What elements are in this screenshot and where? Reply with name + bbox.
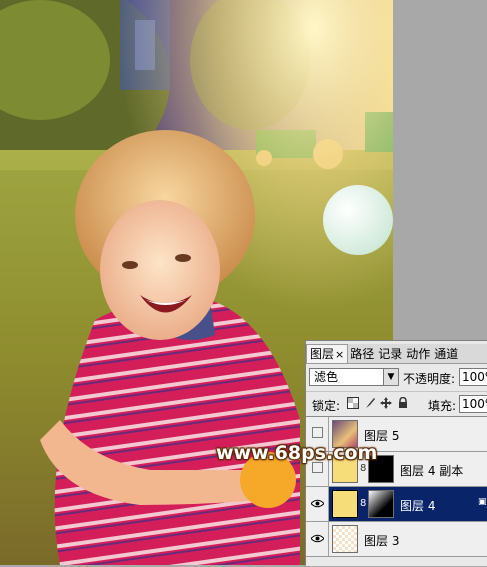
layer-list: 图层 5 8 图层 4 副本 8 图层 4 ▣ 图层 3	[306, 416, 487, 567]
lock-transparent-icon[interactable]	[347, 397, 359, 409]
tab-layers-label: 图层	[310, 347, 335, 361]
lock-all-icon[interactable]	[397, 396, 409, 409]
lock-paint-icon[interactable]	[364, 397, 376, 409]
layer-thumbnail	[332, 490, 358, 518]
watermark-text: www.68ps.com	[216, 442, 378, 464]
layer-name[interactable]: 图层 3	[364, 532, 399, 549]
blend-mode-value: 滤色	[314, 370, 339, 384]
tab-layers[interactable]: 图层×	[306, 344, 349, 363]
blend-row: 滤色 ▼ 不透明度: 100%	[306, 366, 487, 388]
layer-style-icon[interactable]: ▣	[478, 497, 487, 507]
lock-move-icon[interactable]	[380, 397, 392, 409]
panel-tab-bar: 图层× 路径 记录 动作 通道	[306, 344, 487, 364]
lock-label: 锁定:	[312, 399, 341, 413]
chevron-down-icon[interactable]: ▼	[383, 369, 398, 385]
layer-mask-thumbnail[interactable]	[368, 490, 394, 518]
link-icon[interactable]: 8	[360, 497, 366, 511]
visibility-toggle[interactable]	[306, 522, 329, 556]
layer-name[interactable]: 图层 4	[400, 497, 435, 514]
layer-name[interactable]: 图层 4 副本	[400, 462, 463, 479]
fill-input[interactable]: 100%	[459, 395, 487, 413]
opacity-label: 不透明度:	[403, 372, 456, 386]
lock-row: 锁定: 填充: 100%	[306, 391, 487, 414]
blend-mode-select[interactable]: 滤色 ▼	[309, 368, 399, 386]
eye-icon[interactable]	[311, 534, 324, 543]
tab-history[interactable]: 记录	[376, 345, 404, 363]
workspace-background	[393, 0, 487, 340]
fill-label: 填充:	[428, 399, 457, 413]
visibility-toggle[interactable]	[306, 487, 329, 521]
close-icon[interactable]: ×	[335, 348, 344, 361]
visibility-off-icon[interactable]	[312, 427, 323, 438]
tab-paths[interactable]: 路径	[348, 345, 376, 363]
layer-row-selected[interactable]: 8 图层 4 ▣	[306, 487, 487, 522]
eye-icon[interactable]	[311, 499, 324, 508]
tab-channels[interactable]: 通道	[432, 345, 460, 363]
opacity-input[interactable]: 100%	[459, 368, 487, 386]
tab-actions[interactable]: 动作	[404, 345, 432, 363]
link-icon[interactable]: 8	[360, 462, 366, 476]
layer-thumbnail	[332, 525, 358, 553]
layer-row[interactable]: 图层 3	[306, 522, 487, 557]
